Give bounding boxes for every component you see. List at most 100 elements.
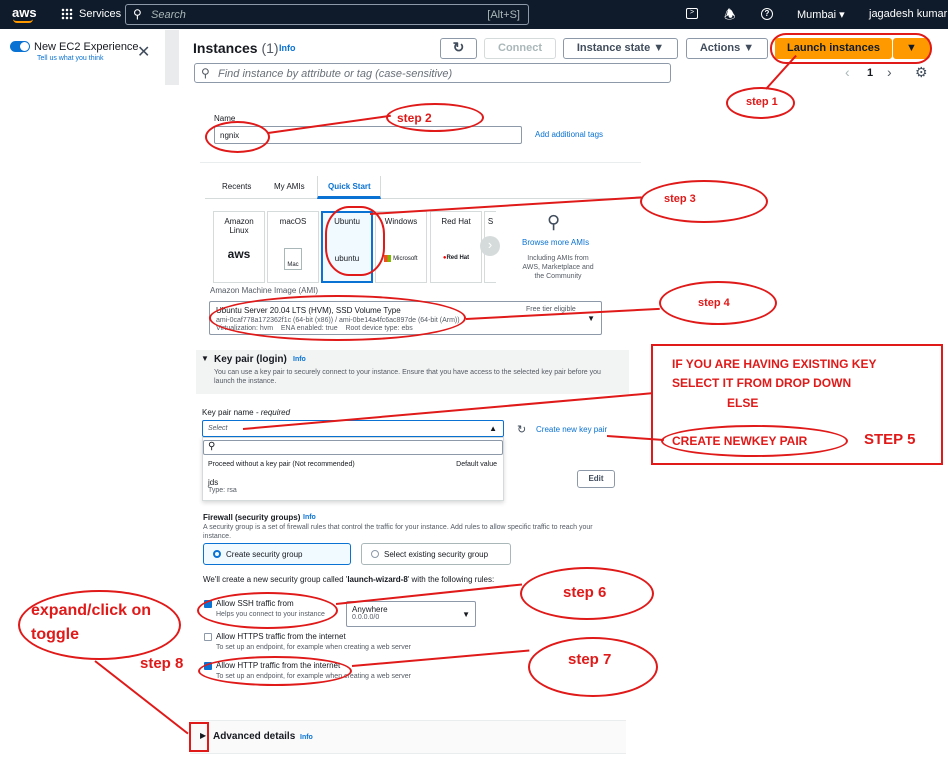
create-keypair-link[interactable]: Create new key pair xyxy=(536,425,607,434)
step5-label: STEP 5 xyxy=(864,431,916,448)
ami-card-macos[interactable]: macOS Mac xyxy=(267,211,319,283)
edit-network-button[interactable]: Edit xyxy=(577,470,615,488)
next-page-icon[interactable]: › xyxy=(887,64,892,80)
carousel-next-icon[interactable]: › xyxy=(480,236,500,256)
step8-label: step 8 xyxy=(140,655,184,672)
https-description: To set up an endpoint, for example when … xyxy=(216,644,411,651)
ssh-highlight xyxy=(197,592,338,629)
mac-logo-icon: Mac xyxy=(284,248,302,270)
aws-smile-icon xyxy=(13,19,33,23)
https-checkbox[interactable] xyxy=(204,633,212,641)
ami-card-redhat[interactable]: Red Hat ●Red Hat xyxy=(430,211,482,283)
ami-tabs xyxy=(205,175,641,199)
ami-highlight xyxy=(209,295,466,341)
create-sg-option[interactable]: Create security group xyxy=(203,543,351,565)
region-selector[interactable]: Mumbai ▾ xyxy=(797,8,845,21)
note-line2: SELECT IT FROM DROP DOWN xyxy=(672,376,852,390)
firewall-description: A security group is a set of firewall ru… xyxy=(203,524,593,540)
name-highlight xyxy=(205,121,270,153)
ami-card-amazon-linux[interactable]: Amazon Linux aws xyxy=(213,211,265,283)
page-number[interactable]: 1 xyxy=(867,67,873,79)
search-icon: ⚲ xyxy=(133,7,142,21)
refresh-button[interactable]: ↻ xyxy=(440,38,477,59)
advanced-info-link[interactable]: Info xyxy=(300,734,313,741)
step3-arrow xyxy=(369,196,642,215)
instances-info-link[interactable]: Info xyxy=(279,43,296,53)
filter-search-icon: ⚲ xyxy=(201,66,210,80)
tab-my-amis[interactable]: My AMIs xyxy=(274,182,305,191)
keypair-option-jds[interactable]: jds Type: rsa xyxy=(203,476,503,500)
step3-label: step 3 xyxy=(664,193,696,205)
step4-label: step 4 xyxy=(698,297,730,309)
refresh-keypair-icon[interactable]: ↻ xyxy=(517,423,526,436)
chevron-up-icon: ▲ xyxy=(489,424,497,433)
sg-note: We'll create a new security group called… xyxy=(203,575,495,584)
expand-line1: expand/click on xyxy=(31,602,152,619)
new-experience-label: New EC2 Experience xyxy=(34,41,139,53)
advanced-details-label: Advanced details xyxy=(213,731,296,742)
expand-oval xyxy=(18,590,181,660)
toggle-highlight-box xyxy=(189,722,209,752)
chevron-down-icon: ▼ xyxy=(587,314,595,323)
step2-label: step 2 xyxy=(397,111,432,125)
settings-gear-icon[interactable]: ⚙ xyxy=(915,64,928,81)
keypair-info-link[interactable]: Info xyxy=(293,356,306,363)
https-label: Allow HTTPS traffic from the internet xyxy=(216,632,346,641)
ami-label: Amazon Machine Image (AMI) xyxy=(210,286,319,295)
keypair-description: You can use a key pair to securely conne… xyxy=(214,369,601,385)
filter-icon: ⚲ xyxy=(208,441,216,452)
help-icon[interactable]: ? xyxy=(761,8,773,20)
http-highlight xyxy=(198,656,352,686)
chevron-down-icon: ▼ xyxy=(462,610,470,619)
search-placeholder: Search xyxy=(151,9,186,21)
filter-placeholder: Find instance by attribute or tag (case-… xyxy=(218,68,453,80)
redhat-logo-icon: ●Red Hat xyxy=(442,255,470,261)
step7-label: step 7 xyxy=(568,651,612,668)
existing-sg-option[interactable]: Select existing security group xyxy=(361,543,511,565)
keypair-select-value: Select xyxy=(208,425,228,432)
browse-description: Including AMIs from AWS, Marketplace and… xyxy=(522,255,594,280)
firewall-info-link[interactable]: Info xyxy=(303,514,316,521)
panel-divider xyxy=(165,30,179,85)
filter-input[interactable]: ⚲ Find instance by attribute or tag (cas… xyxy=(194,63,671,83)
search-shortcut: [Alt+S] xyxy=(487,9,520,21)
step1-label: step 1 xyxy=(746,96,778,108)
actions-button[interactable]: Actions ▼ xyxy=(686,38,768,59)
cloudshell-icon[interactable]: > xyxy=(686,8,698,19)
launch-highlight xyxy=(770,33,932,64)
keypair-collapse-icon[interactable]: ▼ xyxy=(201,354,209,363)
aws-logo[interactable]: aws xyxy=(12,5,37,20)
note-line3: ELSE xyxy=(727,396,759,410)
browse-search-icon: ⚲ xyxy=(547,212,561,232)
browse-more-amis-link[interactable]: Browse more AMIs xyxy=(522,238,589,247)
ssh-source-select[interactable]: Anywhere 0.0.0.0/0 ▼ xyxy=(346,601,476,627)
step7-arrow xyxy=(351,649,530,667)
existing-sg-radio-icon xyxy=(371,550,379,558)
page-title: Instances (1) xyxy=(193,40,279,56)
ubuntu-highlight xyxy=(325,206,385,276)
keypair-name-label: Key pair name - required xyxy=(202,408,291,417)
close-icon[interactable]: ✕ xyxy=(137,42,150,62)
bell-icon[interactable]: 🕭 xyxy=(724,6,736,28)
search-input[interactable]: ⚲ Search [Alt+S] xyxy=(125,4,529,25)
step3-oval xyxy=(640,180,768,223)
feedback-link[interactable]: Tell us what you think xyxy=(37,55,104,62)
firewall-heading: Firewall (security groups) xyxy=(203,513,301,522)
tab-quick-start-underline xyxy=(317,176,381,199)
instance-state-button[interactable]: Instance state ▼ xyxy=(563,38,678,59)
keypair-filter-input[interactable]: ⚲ xyxy=(203,440,503,455)
note-line1: IF YOU ARE HAVING EXISTING KEY xyxy=(672,357,877,371)
prev-page-icon[interactable]: ‹ xyxy=(845,64,850,80)
top-navigation: aws Services ⚲ Search [Alt+S] > 🕭 ? Mumb… xyxy=(0,0,948,29)
step6-label: step 6 xyxy=(563,584,607,601)
grid-icon[interactable] xyxy=(61,8,73,20)
new-experience-toggle[interactable] xyxy=(10,41,30,52)
add-tags-link[interactable]: Add additional tags xyxy=(535,130,603,139)
aws-logo-icon: aws xyxy=(227,247,251,261)
tab-recents[interactable]: Recents xyxy=(222,182,251,191)
note-line4: CREATE NEWKEY PAIR xyxy=(672,434,808,448)
connect-button[interactable]: Connect xyxy=(484,38,556,59)
keypair-option-none[interactable]: Proceed without a key pair (Not recommen… xyxy=(203,458,503,472)
services-menu[interactable]: Services xyxy=(79,8,121,20)
user-menu[interactable]: jagadesh kumar xyxy=(869,8,947,20)
